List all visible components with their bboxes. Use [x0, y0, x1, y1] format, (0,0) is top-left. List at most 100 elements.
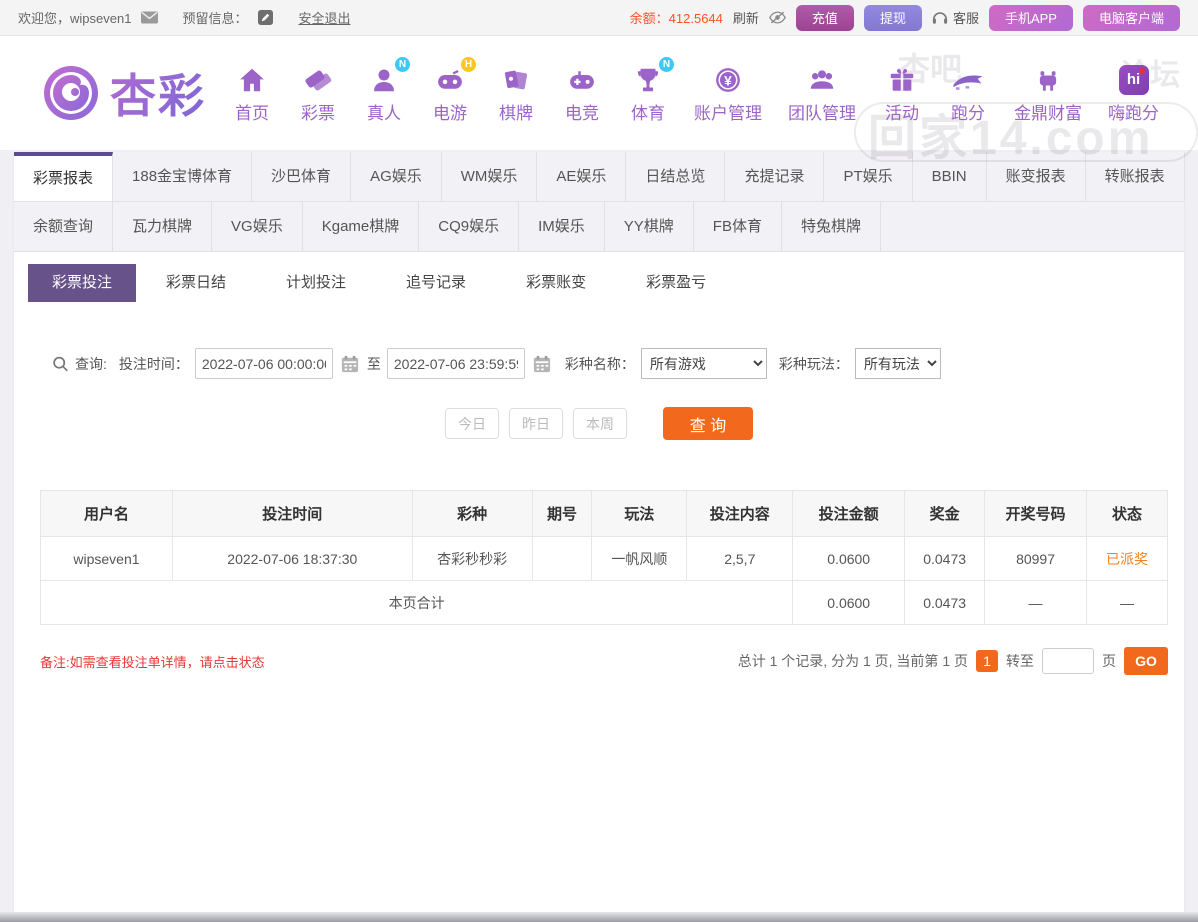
- subtab-lottery-daily[interactable]: 彩票日结: [136, 264, 256, 302]
- nav-item-esports[interactable]: 电竞: [562, 63, 602, 124]
- bet-time-label: 投注时间：: [119, 354, 189, 374]
- query-button[interactable]: 查 询: [663, 407, 753, 440]
- note-text: 备注:如需查看投注单详情，请点击状态: [40, 652, 265, 671]
- subtab-lottery-bets[interactable]: 彩票投注: [28, 264, 136, 302]
- tab-pt[interactable]: PT娱乐: [824, 152, 912, 201]
- tab-deposit-withdraw[interactable]: 充提记录: [725, 152, 824, 201]
- tab-tetu-cards[interactable]: 特兔棋牌: [782, 202, 881, 251]
- nav-item-jinding[interactable]: 金鼎财富: [1014, 63, 1082, 124]
- tab-ae[interactable]: AE娱乐: [537, 152, 626, 201]
- go-button[interactable]: GO: [1124, 647, 1168, 675]
- subtab-plan-bets[interactable]: 计划投注: [256, 264, 376, 302]
- tab-rebate-total[interactable]: 返点总额: [1185, 152, 1198, 201]
- tab-shaba-sports[interactable]: 沙巴体育: [252, 152, 351, 201]
- col-play: 玩法: [592, 491, 687, 537]
- pagination: 总计 1 个记录, 分为 1 页, 当前第 1 页 1 转至 页 GO: [738, 647, 1168, 675]
- tab-yy-cards[interactable]: YY棋牌: [605, 202, 694, 251]
- tab-vg[interactable]: VG娱乐: [212, 202, 303, 251]
- tab-fb-sports[interactable]: FB体育: [694, 202, 782, 251]
- tab-daily-summary[interactable]: 日结总览: [626, 152, 725, 201]
- withdraw-button[interactable]: 提现: [864, 5, 922, 31]
- eye-off-icon[interactable]: [769, 9, 786, 26]
- topbar-left: 欢迎您，wipseven1 预留信息： 安全退出: [18, 8, 350, 27]
- recharge-button[interactable]: 充值: [796, 5, 854, 31]
- hot-badge: H: [461, 57, 476, 72]
- rhino-runner-icon: [951, 63, 985, 97]
- tab-kgame[interactable]: Kgame棋牌: [303, 202, 420, 251]
- nav-item-team[interactable]: 团队管理: [788, 63, 856, 124]
- mail-icon[interactable]: [141, 9, 158, 26]
- lottery-name-select[interactable]: 所有游戏: [641, 348, 767, 379]
- calendar-icon[interactable]: [533, 355, 551, 373]
- subtab-lottery-pnl[interactable]: 彩票盈亏: [616, 264, 736, 302]
- tab-lottery-report[interactable]: 彩票报表: [14, 152, 113, 201]
- logout-link[interactable]: 安全退出: [298, 8, 350, 27]
- nav-label: 活动: [885, 99, 919, 124]
- total-draw-dash: —: [985, 581, 1087, 625]
- nav-item-sports[interactable]: N 体育: [628, 63, 668, 124]
- main-nav: 首页 彩票 N 真人 H 电游 棋牌: [232, 63, 1159, 124]
- nav-item-home[interactable]: 首页: [232, 63, 272, 124]
- nav-item-live[interactable]: N 真人: [364, 63, 404, 124]
- date-from-input[interactable]: [195, 348, 333, 379]
- bets-table: 用户名 投注时间 彩种 期号 玩法 投注内容 投注金额 奖金 开奖号码 状态 w…: [40, 490, 1168, 625]
- goto-label: 转至: [1006, 651, 1034, 671]
- nav-item-hipaofen[interactable]: hi 嗨跑分: [1108, 63, 1159, 124]
- play-type-label: 彩种玩法：: [779, 354, 849, 374]
- brand-logo-icon: [40, 62, 102, 124]
- sub-tabs: 彩票投注 彩票日结 计划投注 追号记录 彩票账变 彩票盈亏: [28, 264, 1184, 302]
- today-button[interactable]: 今日: [445, 408, 499, 439]
- nav-label: 金鼎财富: [1014, 99, 1082, 124]
- date-to-input[interactable]: [387, 348, 525, 379]
- quick-filter-row: 今日 昨日 本周 查 询: [14, 407, 1184, 440]
- team-people-icon: [805, 63, 839, 97]
- nav-item-lottery[interactable]: 彩票: [298, 63, 338, 124]
- goto-page-input[interactable]: [1042, 648, 1094, 674]
- nav-item-cards[interactable]: 棋牌: [496, 63, 536, 124]
- edit-pencil-icon[interactable]: [257, 9, 274, 26]
- tab-balance-query[interactable]: 余额查询: [14, 202, 113, 251]
- nav-label: 团队管理: [788, 99, 856, 124]
- page-1-button[interactable]: 1: [976, 650, 998, 672]
- nav-item-paofen[interactable]: 跑分: [948, 63, 988, 124]
- account-coin-icon: ¥: [711, 63, 745, 97]
- nav-item-egames[interactable]: H 电游: [430, 63, 470, 124]
- subtab-lottery-changes[interactable]: 彩票账变: [496, 264, 616, 302]
- new-badge: N: [659, 57, 674, 72]
- tab-wm[interactable]: WM娱乐: [442, 152, 538, 201]
- nav-item-promos[interactable]: 活动: [882, 63, 922, 124]
- tab-im[interactable]: IM娱乐: [519, 202, 605, 251]
- customer-service[interactable]: 客服: [932, 8, 979, 27]
- this-week-button[interactable]: 本周: [573, 408, 627, 439]
- subtab-chase-records[interactable]: 追号记录: [376, 264, 496, 302]
- tab-wali-cards[interactable]: 瓦力棋牌: [113, 202, 212, 251]
- tab-bbin[interactable]: BBIN: [913, 152, 987, 201]
- brand-logo[interactable]: 杏彩: [40, 60, 206, 126]
- search-form: 查询: 投注时间： 至 彩种名称： 所有游戏 彩种玩法： 所有玩法: [14, 348, 1184, 379]
- esports-gamepad-icon: [565, 63, 599, 97]
- report-tabs-row-2: 余额查询 瓦力棋牌 VG娱乐 Kgame棋牌 CQ9娱乐 IM娱乐 YY棋牌 F…: [14, 202, 1184, 252]
- new-badge: N: [395, 57, 410, 72]
- calendar-icon[interactable]: [341, 355, 359, 373]
- total-prize: 0.0473: [905, 581, 985, 625]
- tab-transfer-report[interactable]: 转账报表: [1086, 152, 1185, 201]
- pc-client-button[interactable]: 电脑客户端: [1083, 5, 1180, 31]
- col-bet-time: 投注时间: [172, 491, 412, 537]
- status-link[interactable]: 已派奖: [1106, 551, 1148, 567]
- table-row: wipseven1 2022-07-06 18:37:30 杏彩秒秒彩 一帆风顺…: [41, 537, 1168, 581]
- tab-account-change[interactable]: 账变报表: [987, 152, 1086, 201]
- mobile-app-button[interactable]: 手机APP: [989, 5, 1073, 31]
- hi-paofen-icon: hi: [1117, 63, 1151, 97]
- tab-188-sports[interactable]: 188金宝博体育: [113, 152, 252, 201]
- nav-label: 首页: [235, 99, 269, 124]
- tab-ag[interactable]: AG娱乐: [351, 152, 442, 201]
- col-lottery: 彩种: [412, 491, 532, 537]
- tab-cq9[interactable]: CQ9娱乐: [419, 202, 519, 251]
- play-type-select[interactable]: 所有玩法: [855, 348, 941, 379]
- content-card: 彩票报表 188金宝博体育 沙巴体育 AG娱乐 WM娱乐 AE娱乐 日结总览 充…: [14, 152, 1184, 912]
- nav-item-account[interactable]: ¥ 账户管理: [694, 63, 762, 124]
- nav-label: 电竞: [565, 99, 599, 124]
- refresh-link[interactable]: 刷新: [733, 8, 759, 27]
- egames-gamepad-icon: H: [433, 63, 467, 97]
- yesterday-button[interactable]: 昨日: [509, 408, 563, 439]
